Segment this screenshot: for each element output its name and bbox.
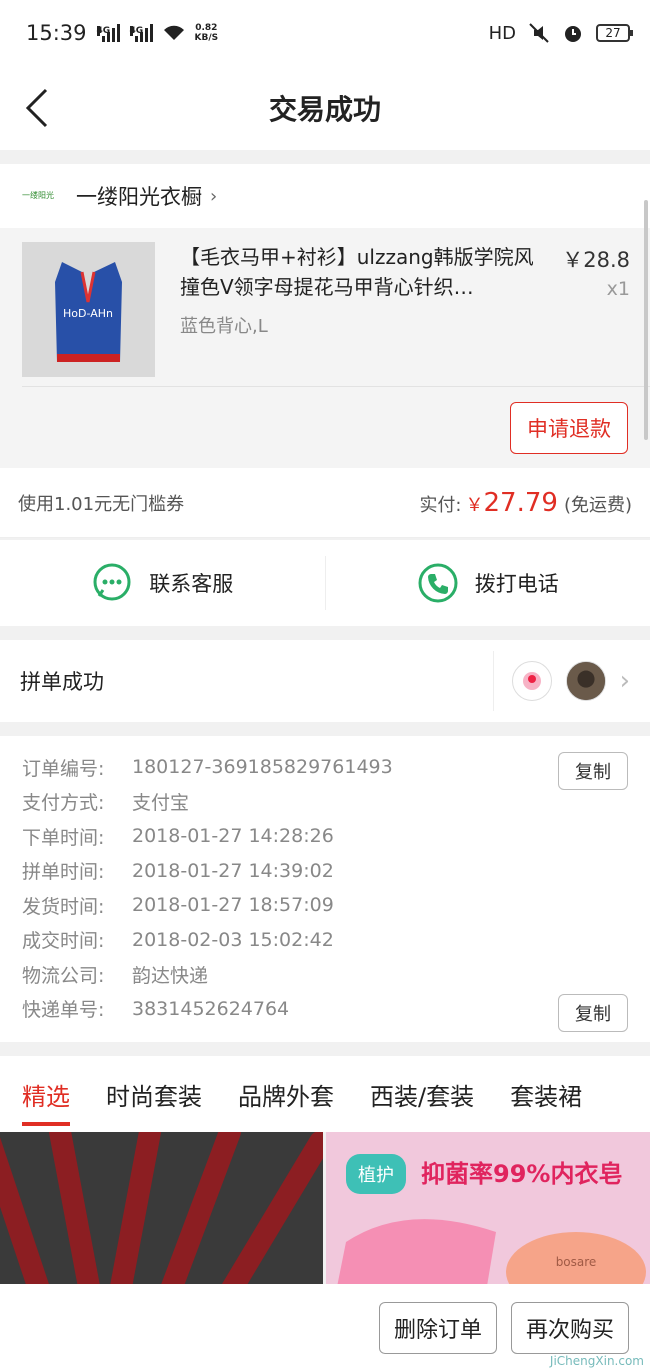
info-label: 订单编号: (22, 757, 105, 780)
back-arrow-icon[interactable] (22, 84, 62, 132)
page-title: 交易成功 (268, 93, 381, 126)
shipping-note: (免运费) (563, 494, 632, 516)
product-card[interactable]: HoD-AHn 【毛衣马甲+衬衫】ulzzang韩版学院风撞色V领字母提花马甲背… (0, 228, 650, 468)
info-row: 发货时间: 2018-01-27 18:57:09 (22, 888, 628, 923)
product-image[interactable]: HoD-AHn (22, 242, 155, 377)
info-value: 支付宝 (132, 792, 190, 815)
svg-text:植护: 植护 (358, 1165, 394, 1186)
contact-service-label: 联系客服 (149, 572, 234, 596)
nav-bar: 交易成功 (0, 66, 650, 150)
info-label: 成交时间: (22, 930, 105, 953)
info-label: 发货时间: (22, 895, 105, 918)
info-value: 2018-01-27 18:57:09 (132, 894, 334, 917)
chat-icon (93, 563, 131, 601)
watermark: JiChengXin.com (549, 1354, 644, 1368)
avatar (511, 661, 552, 701)
info-label: 快递单号: (22, 999, 105, 1022)
contact-service-button[interactable]: 联系客服 (0, 540, 325, 626)
coupon-text: 使用1.01元无门槛券 (18, 493, 185, 515)
tracking-number: 3831452624764 (132, 997, 290, 1020)
group-status-row[interactable]: 拼单成功 › (0, 640, 650, 722)
product-banner-left[interactable] (0, 1132, 323, 1284)
order-number: 180127-369185829761493 (132, 756, 393, 779)
paid-amount: 27.79 (483, 487, 558, 518)
tab-selected[interactable]: 精选 (22, 1056, 70, 1132)
info-row: 支付方式: 支付宝 (22, 785, 628, 820)
signal-icon-2: 4G (129, 24, 153, 42)
chevron-right-icon: › (210, 185, 218, 207)
refund-button[interactable]: 申请退款 (510, 402, 628, 454)
info-label: 下单时间: (22, 826, 105, 849)
status-time: 15:39 (26, 21, 87, 45)
tab-suits[interactable]: 西装/套装 (370, 1056, 474, 1132)
wifi-icon (163, 25, 184, 40)
avatar (565, 661, 606, 701)
status-bar: 15:39 4G 4G 0.82 KB/S HD 27 (0, 0, 650, 66)
order-info: 订单编号: 180127-369185829761493 复制 支付方式: 支付… (0, 736, 650, 1042)
mute-icon (529, 23, 549, 43)
svg-text:抑菌率99%内衣皂: 抑菌率99%内衣皂 (421, 1160, 622, 1188)
info-value: 2018-01-27 14:39:02 (132, 859, 334, 882)
svg-text:bosare: bosare (556, 1255, 597, 1269)
product-quantity: x1 (606, 278, 630, 300)
shop-logo: 一缕阳光 (22, 191, 54, 200)
payment-row: 使用1.01元无门槛券 实付: ￥ 27.79 (免运费) (0, 468, 650, 538)
chevron-right-icon: › (619, 666, 630, 696)
paid-label: 实付: (419, 494, 462, 516)
divider (22, 386, 650, 387)
call-phone-button[interactable]: 拨打电话 (326, 540, 650, 626)
tab-brand-coats[interactable]: 品牌外套 (238, 1056, 334, 1132)
info-label: 物流公司: (22, 964, 105, 987)
product-price: ￥28.8 (562, 248, 630, 272)
product-spec: 蓝色背心,L (180, 316, 268, 337)
info-row: 快递单号: 3831452624764 复制 (22, 992, 628, 1032)
group-members: › (492, 651, 630, 711)
product-banner-right[interactable]: 植护 抑菌率99%内衣皂 bosare (326, 1132, 650, 1284)
currency-symbol: ￥ (465, 494, 484, 516)
shop-name: 一缕阳光衣橱 (76, 185, 202, 209)
copy-tracking-number-button[interactable]: 复制 (558, 993, 628, 1032)
tab-dress-sets[interactable]: 套装裙 (510, 1056, 582, 1132)
svg-text:HoD-AHn: HoD-AHn (63, 307, 113, 320)
info-row: 拼单时间: 2018-01-27 14:39:02 (22, 854, 628, 889)
info-row: 成交时间: 2018-02-03 15:02:42 (22, 923, 628, 958)
category-tabs: 精选 时尚套装 品牌外套 西装/套装 套装裙 (0, 1056, 650, 1132)
rebuy-button[interactable]: 再次购买 (511, 1302, 629, 1354)
info-label: 拼单时间: (22, 861, 105, 884)
paid-total: 实付: ￥ 27.79 (免运费) (419, 488, 632, 518)
group-status-label: 拼单成功 (20, 670, 104, 694)
network-speed: 0.82 KB/S (194, 23, 219, 43)
battery-icon: 27 (596, 24, 633, 42)
shop-header[interactable]: 一缕阳光 一缕阳光衣橱 › (0, 164, 650, 228)
tab-fashion-sets[interactable]: 时尚套装 (106, 1056, 202, 1132)
phone-icon (418, 563, 458, 603)
hd-indicator: HD (488, 22, 516, 44)
info-label: 支付方式: (22, 792, 105, 815)
scrollbar[interactable] (644, 200, 648, 440)
bottom-action-bar: 删除订单 再次购买 JiChengXin.com (0, 1284, 650, 1372)
alarm-icon (565, 26, 581, 42)
call-phone-label: 拨打电话 (474, 572, 559, 596)
product-title: 【毛衣马甲+衬衫】ulzzang韩版学院风撞色V领字母提花马甲背心针织… (180, 245, 534, 299)
info-row: 订单编号: 180127-369185829761493 复制 (22, 750, 628, 790)
info-row: 下单时间: 2018-01-27 14:28:26 (22, 819, 628, 854)
delete-order-button[interactable]: 删除订单 (379, 1302, 497, 1354)
info-value: 2018-02-03 15:02:42 (132, 928, 334, 951)
info-value: 韵达快递 (132, 964, 209, 987)
info-value: 2018-01-27 14:28:26 (132, 825, 334, 848)
info-row: 物流公司: 韵达快递 (22, 957, 628, 992)
contact-row: 联系客服 拨打电话 (0, 540, 650, 626)
signal-icon: 4G (96, 24, 120, 42)
